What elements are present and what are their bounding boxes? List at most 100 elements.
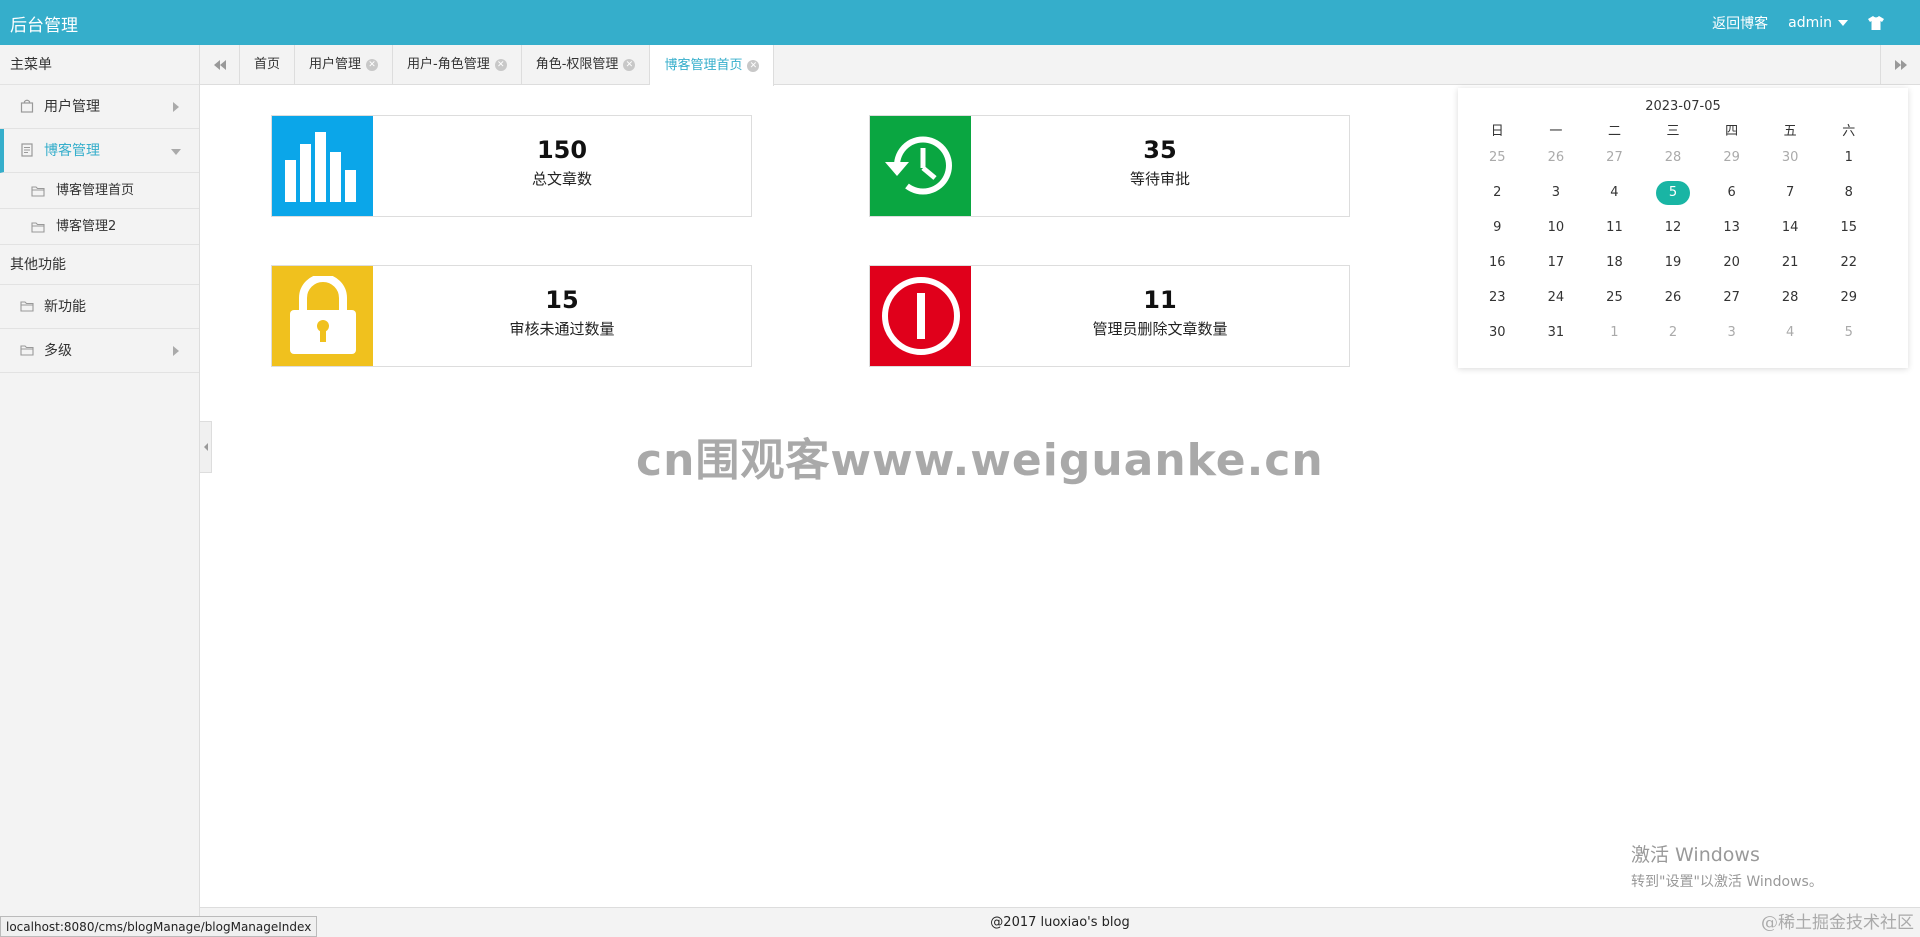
- sidebar-item-label: 用户管理: [44, 99, 100, 115]
- tab-home[interactable]: 首页: [240, 45, 296, 85]
- stat-label: 等待审批: [1129, 170, 1190, 188]
- calendar-day[interactable]: 7: [1761, 185, 1820, 200]
- calendar-day[interactable]: 3: [1527, 185, 1586, 200]
- calendar-day[interactable]: 13: [1702, 220, 1761, 235]
- calendar-day[interactable]: 26: [1644, 290, 1703, 305]
- calendar-day-number: 13: [1723, 220, 1740, 235]
- calendar-day[interactable]: 21: [1761, 255, 1820, 270]
- calendar-weekday-row: 日一二三四五六: [1468, 118, 1878, 140]
- tab-blog-home[interactable]: 博客管理首页 ✕: [650, 45, 775, 86]
- calendar-day[interactable]: 24: [1527, 290, 1586, 305]
- calendar-day[interactable]: 1: [1819, 150, 1878, 165]
- chevron-left-icon: [203, 443, 208, 451]
- calendar-day[interactable]: 6: [1702, 185, 1761, 200]
- calendar-day-number: 24: [1547, 290, 1565, 305]
- calendar-day[interactable]: 11: [1585, 220, 1644, 235]
- double-left-arrow-icon: [213, 60, 226, 70]
- calendar-day-number: 29: [1723, 150, 1740, 165]
- theme-shirt-icon[interactable]: [1868, 15, 1884, 30]
- calendar-day[interactable]: 16: [1468, 255, 1527, 270]
- calendar-day[interactable]: 1: [1585, 325, 1644, 340]
- sidebar-collapse-handle[interactable]: [200, 421, 212, 473]
- calendar-day[interactable]: 28: [1761, 290, 1820, 305]
- sidebar-item-label: 新功能: [44, 299, 86, 315]
- calendar-day-number: 12: [1664, 220, 1682, 235]
- calendar-day[interactable]: 2: [1468, 185, 1527, 200]
- calendar-day-number: 30: [1781, 150, 1799, 165]
- close-icon[interactable]: ✕: [623, 59, 636, 71]
- calendar-day[interactable]: 27: [1585, 150, 1644, 165]
- tab-user-role[interactable]: 用户-角色管理 ✕: [393, 45, 522, 85]
- sidebar: 主菜单 用户管理 博客管理 博客管理首页 博客管理2 其他功能 新功能 多级: [0, 45, 200, 937]
- calendar-day[interactable]: 5: [1819, 325, 1878, 340]
- calendar-day[interactable]: 18: [1585, 255, 1644, 270]
- calendar-title: 2023-07-05: [1645, 99, 1721, 114]
- calendar-day[interactable]: 22: [1819, 255, 1878, 270]
- main-menu-title: 主菜单: [0, 45, 199, 85]
- calendar-day[interactable]: 23: [1468, 290, 1527, 305]
- calendar-day[interactable]: 14: [1761, 220, 1820, 235]
- calendar-day[interactable]: 27: [1702, 290, 1761, 305]
- back-to-blog-link[interactable]: 返回博客: [1712, 13, 1768, 33]
- folder-icon: [31, 186, 45, 197]
- calendar-day[interactable]: 9: [1468, 220, 1527, 235]
- calendar-day[interactable]: 26: [1527, 150, 1586, 165]
- user-menu[interactable]: admin: [1788, 15, 1848, 31]
- calendar-day-number: 14: [1781, 220, 1799, 235]
- calendar-day-number: 7: [1786, 185, 1795, 200]
- calendar-day[interactable]: 28: [1644, 150, 1703, 165]
- calendar-day-number: 19: [1664, 255, 1682, 270]
- calendar-day[interactable]: 30: [1468, 325, 1527, 340]
- calendar-day[interactable]: 25: [1468, 150, 1527, 165]
- sidebar-subitem-blog-home[interactable]: 博客管理首页: [0, 173, 199, 209]
- calendar-day-number: 29: [1840, 290, 1858, 305]
- calendar-day-number: 3: [1551, 185, 1560, 200]
- sidebar-item-label: 博客管理: [44, 143, 100, 159]
- close-icon[interactable]: ✕: [366, 59, 379, 71]
- calendar-week-row: 25 26 27 28 29 30 1: [1468, 140, 1878, 175]
- calendar-day[interactable]: 4: [1585, 185, 1644, 200]
- tab-scroll-left-button[interactable]: [200, 45, 240, 85]
- sidebar-item-multilevel[interactable]: 多级: [0, 329, 199, 373]
- calendar-day[interactable]: 2: [1644, 325, 1703, 340]
- sidebar-item-new-feature[interactable]: 新功能: [0, 285, 199, 329]
- sidebar-item-blog-management[interactable]: 博客管理: [0, 129, 199, 173]
- tab-label: 角色-权限管理: [535, 57, 619, 72]
- calendar-day-number: 22: [1840, 255, 1858, 270]
- sidebar-subitem-blog-2[interactable]: 博客管理2: [0, 209, 199, 245]
- tabs: 首页 用户管理 ✕ 用户-角色管理 ✕ 角色-权限管理 ✕ 博客管理首页 ✕: [240, 45, 775, 86]
- calendar-day[interactable]: 30: [1761, 150, 1820, 165]
- activate-hint: 转到"设置"以激活 Windows。: [1631, 874, 1823, 890]
- tab-role-permission[interactable]: 角色-权限管理 ✕: [522, 45, 651, 85]
- calendar-day[interactable]: 12: [1644, 220, 1703, 235]
- calendar-day[interactable]: 3: [1702, 325, 1761, 340]
- calendar-day-number: 25: [1489, 150, 1506, 165]
- calendar-weekday: 六: [1842, 123, 1856, 139]
- calendar-day-number: 27: [1723, 290, 1740, 305]
- footer: @2017 luoxiao's blog: [200, 907, 1920, 937]
- tab-user-management[interactable]: 用户管理 ✕: [295, 45, 394, 85]
- calendar-day[interactable]: 31: [1527, 325, 1586, 340]
- tab-scroll-right-button[interactable]: [1880, 45, 1920, 85]
- calendar-day[interactable]: 8: [1819, 185, 1878, 200]
- calendar-day-number: 3: [1727, 325, 1736, 340]
- calendar-day[interactable]: 29: [1702, 150, 1761, 165]
- calendar-day[interactable]: 17: [1527, 255, 1586, 270]
- calendar-week-row: 16 17 18 19 20 21 22: [1468, 245, 1878, 280]
- close-icon[interactable]: ✕: [494, 59, 507, 71]
- calendar-day[interactable]: 25: [1585, 290, 1644, 305]
- calendar-day[interactable]: 19: [1644, 255, 1703, 270]
- calendar-day[interactable]: 20: [1702, 255, 1761, 270]
- calendar-day[interactable]: 29: [1819, 290, 1878, 305]
- stat-label: 管理员删除文章数量: [1092, 320, 1228, 338]
- calendar-day-selected[interactable]: 5: [1644, 180, 1703, 205]
- stat-card-pending-approval: 35 等待审批: [869, 115, 1350, 217]
- calendar-day[interactable]: 15: [1819, 220, 1878, 235]
- stat-value: 15: [545, 286, 579, 314]
- calendar-day[interactable]: 10: [1527, 220, 1586, 235]
- sidebar-item-user-management[interactable]: 用户管理: [0, 85, 199, 129]
- calendar-day[interactable]: 4: [1761, 325, 1820, 340]
- close-icon[interactable]: ✕: [747, 59, 760, 72]
- calendar-day-number: 5: [1656, 180, 1691, 205]
- sidebar-subitem-label: 博客管理首页: [56, 183, 135, 198]
